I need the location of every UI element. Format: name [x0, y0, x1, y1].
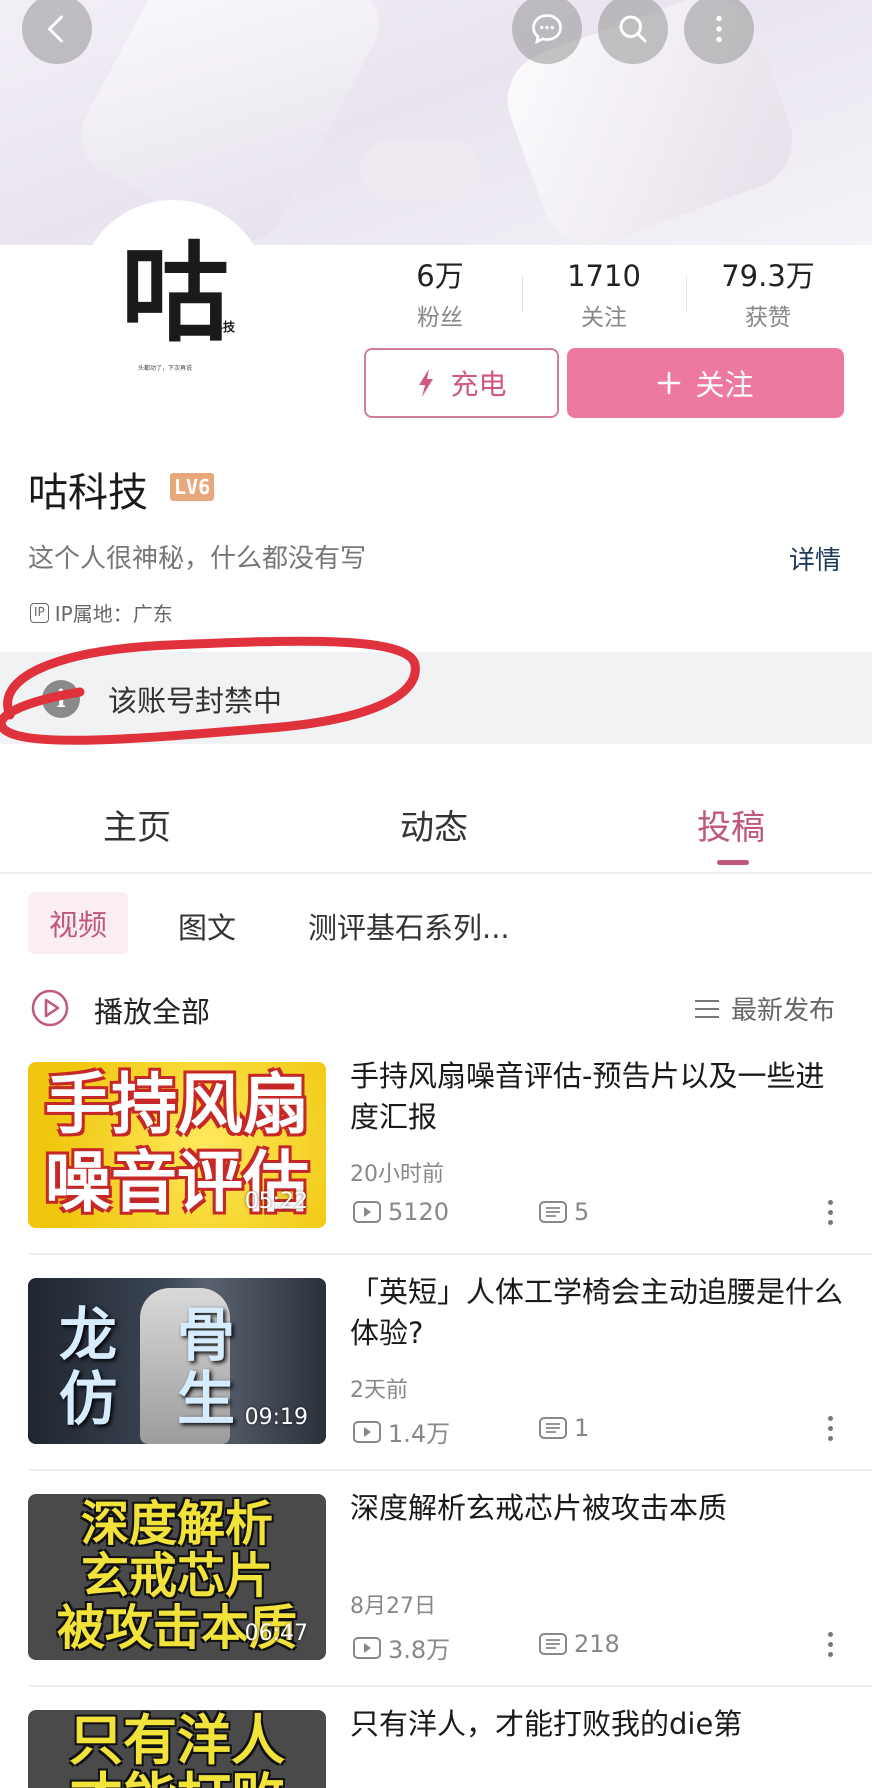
video-comments: 5 [538, 1198, 589, 1226]
list-divider [28, 1253, 872, 1255]
charge-label: 充电 [450, 368, 507, 401]
play-count-icon [353, 1420, 381, 1443]
level-badge: LV6 [170, 473, 215, 501]
video-thumbnail[interactable]: 只有洋人 才能打败 [28, 1710, 326, 1788]
video-duration: 06:47 [244, 1621, 308, 1646]
ip-badge-icon: IP [30, 602, 49, 623]
thumbnail-caption: 龙骨 [58, 1301, 295, 1369]
ban-notice: i 该账号封禁中 [0, 652, 872, 744]
list-divider [28, 1685, 872, 1687]
comments-count: 5 [574, 1198, 590, 1226]
video-thumbnail[interactable]: 龙骨 仿生 09:19 [28, 1278, 326, 1444]
views-count: 1.4万 [388, 1420, 451, 1448]
stat-fans[interactable]: 6万 粉丝 [370, 258, 510, 332]
stat-label: 粉丝 [417, 305, 463, 331]
stat-divider [522, 276, 523, 312]
thumbnail-caption: 手持风扇 [45, 1066, 309, 1143]
video-title[interactable]: 手持风扇噪音评估-预告片以及一些进度汇报 [350, 1056, 850, 1138]
tab-divider [0, 872, 872, 874]
stat-label: 获赞 [745, 305, 791, 331]
video-time: 2天前 [350, 1378, 408, 1403]
tab-home[interactable]: 主页 [103, 800, 171, 849]
back-arrow-icon [48, 15, 63, 43]
banner-decoration [360, 140, 480, 200]
stat-value: 1710 [567, 259, 641, 293]
video-time: 8月27日 [350, 1594, 436, 1619]
charge-button[interactable]: 充电 [364, 348, 559, 418]
video-views: 5120 [352, 1198, 449, 1226]
video-views: 1.4万 [352, 1414, 450, 1449]
stat-value: 6万 [416, 259, 464, 293]
more-vertical-icon [716, 15, 722, 43]
video-more-icon[interactable] [820, 1413, 840, 1447]
play-all-button[interactable]: 播放全部 [94, 989, 210, 1031]
video-duration: 05:22 [244, 1189, 308, 1214]
video-title[interactable]: 只有洋人，才能打败我的die第 [350, 1704, 850, 1745]
video-views: 3.8万 [352, 1630, 450, 1665]
sort-lines-icon [695, 999, 719, 1018]
avatar-logo-char: 咕 [120, 232, 229, 357]
views-count: 5120 [388, 1198, 450, 1226]
video-thumbnail[interactable]: 手持风扇 噪音评估 05:22 [28, 1062, 326, 1228]
info-icon: i [42, 680, 80, 718]
thumbnail-caption: 只有洋人 [69, 1710, 285, 1772]
lightning-icon [419, 369, 434, 397]
profile-bio: 这个人很神秘，什么都没有写 [28, 544, 367, 574]
comment-count-icon [539, 1417, 567, 1439]
video-comments: 1 [538, 1414, 589, 1442]
list-divider [28, 1469, 872, 1471]
comment-count-icon [539, 1633, 567, 1655]
ip-location-text: IP属地：广东 [54, 602, 173, 626]
comments-count: 1 [574, 1414, 590, 1442]
subtab-series[interactable]: 测评基石系列... [308, 905, 510, 947]
avatar-logo-tagline: 头都动了，下次再说 [138, 365, 193, 372]
video-time: 20小时前 [350, 1162, 444, 1187]
video-title[interactable]: 「英短」人体工学椅会主动追腰是什么体验? [350, 1272, 850, 1354]
stat-likes[interactable]: 79.3万 获赞 [698, 258, 838, 332]
comment-count-icon [539, 1201, 567, 1223]
banner-decoration [67, 0, 393, 245]
thumbnail-caption: 深度解析 [80, 1496, 273, 1552]
subtab-video[interactable]: 视频 [28, 892, 128, 954]
ip-location: IP IP属地：广东 [30, 598, 173, 627]
video-title[interactable]: 深度解析玄戒芯片被攻击本质 [350, 1488, 850, 1529]
play-count-icon [353, 1636, 381, 1659]
subtab-image-text[interactable]: 图文 [178, 905, 236, 947]
detail-link[interactable]: 详情 [789, 540, 841, 577]
thumbnail-caption: 才能打败 [28, 1772, 326, 1788]
sort-label: 最新发布 [731, 996, 836, 1026]
video-more-icon[interactable] [820, 1629, 840, 1663]
video-duration: 09:19 [244, 1405, 308, 1430]
thumbnail-caption: 玄戒芯片 [80, 1548, 273, 1604]
active-tab-indicator [717, 860, 749, 865]
stat-divider [686, 276, 687, 312]
sort-dropdown[interactable]: 最新发布 [693, 990, 835, 1027]
ban-notice-text: 该账号封禁中 [108, 684, 283, 718]
stat-following[interactable]: 1710 关注 [534, 258, 674, 332]
profile-name: 咕科技 [28, 470, 148, 516]
avatar-logo-small: 科技 [211, 320, 236, 334]
stat-label: 关注 [581, 305, 627, 331]
tab-dynamics[interactable]: 动态 [400, 800, 468, 849]
search-icon [619, 15, 647, 43]
views-count: 3.8万 [388, 1636, 451, 1664]
avatar[interactable]: 咕 科技 头都动了，下次再说 [78, 200, 268, 390]
video-thumbnail[interactable]: 深度解析 玄戒芯片 被攻击本质 06:47 [28, 1494, 326, 1660]
play-circle-icon[interactable] [30, 988, 70, 1028]
follow-button[interactable]: 关注 [567, 348, 844, 418]
video-more-icon[interactable] [820, 1197, 840, 1231]
play-count-icon [353, 1201, 381, 1223]
follow-label: 关注 [695, 368, 754, 402]
tab-uploads[interactable]: 投稿 [697, 800, 765, 849]
comments-count: 218 [574, 1630, 620, 1658]
video-comments: 218 [538, 1630, 620, 1658]
plus-icon [658, 371, 681, 395]
chat-bubble-icon [532, 14, 562, 45]
stat-value: 79.3万 [721, 259, 815, 293]
